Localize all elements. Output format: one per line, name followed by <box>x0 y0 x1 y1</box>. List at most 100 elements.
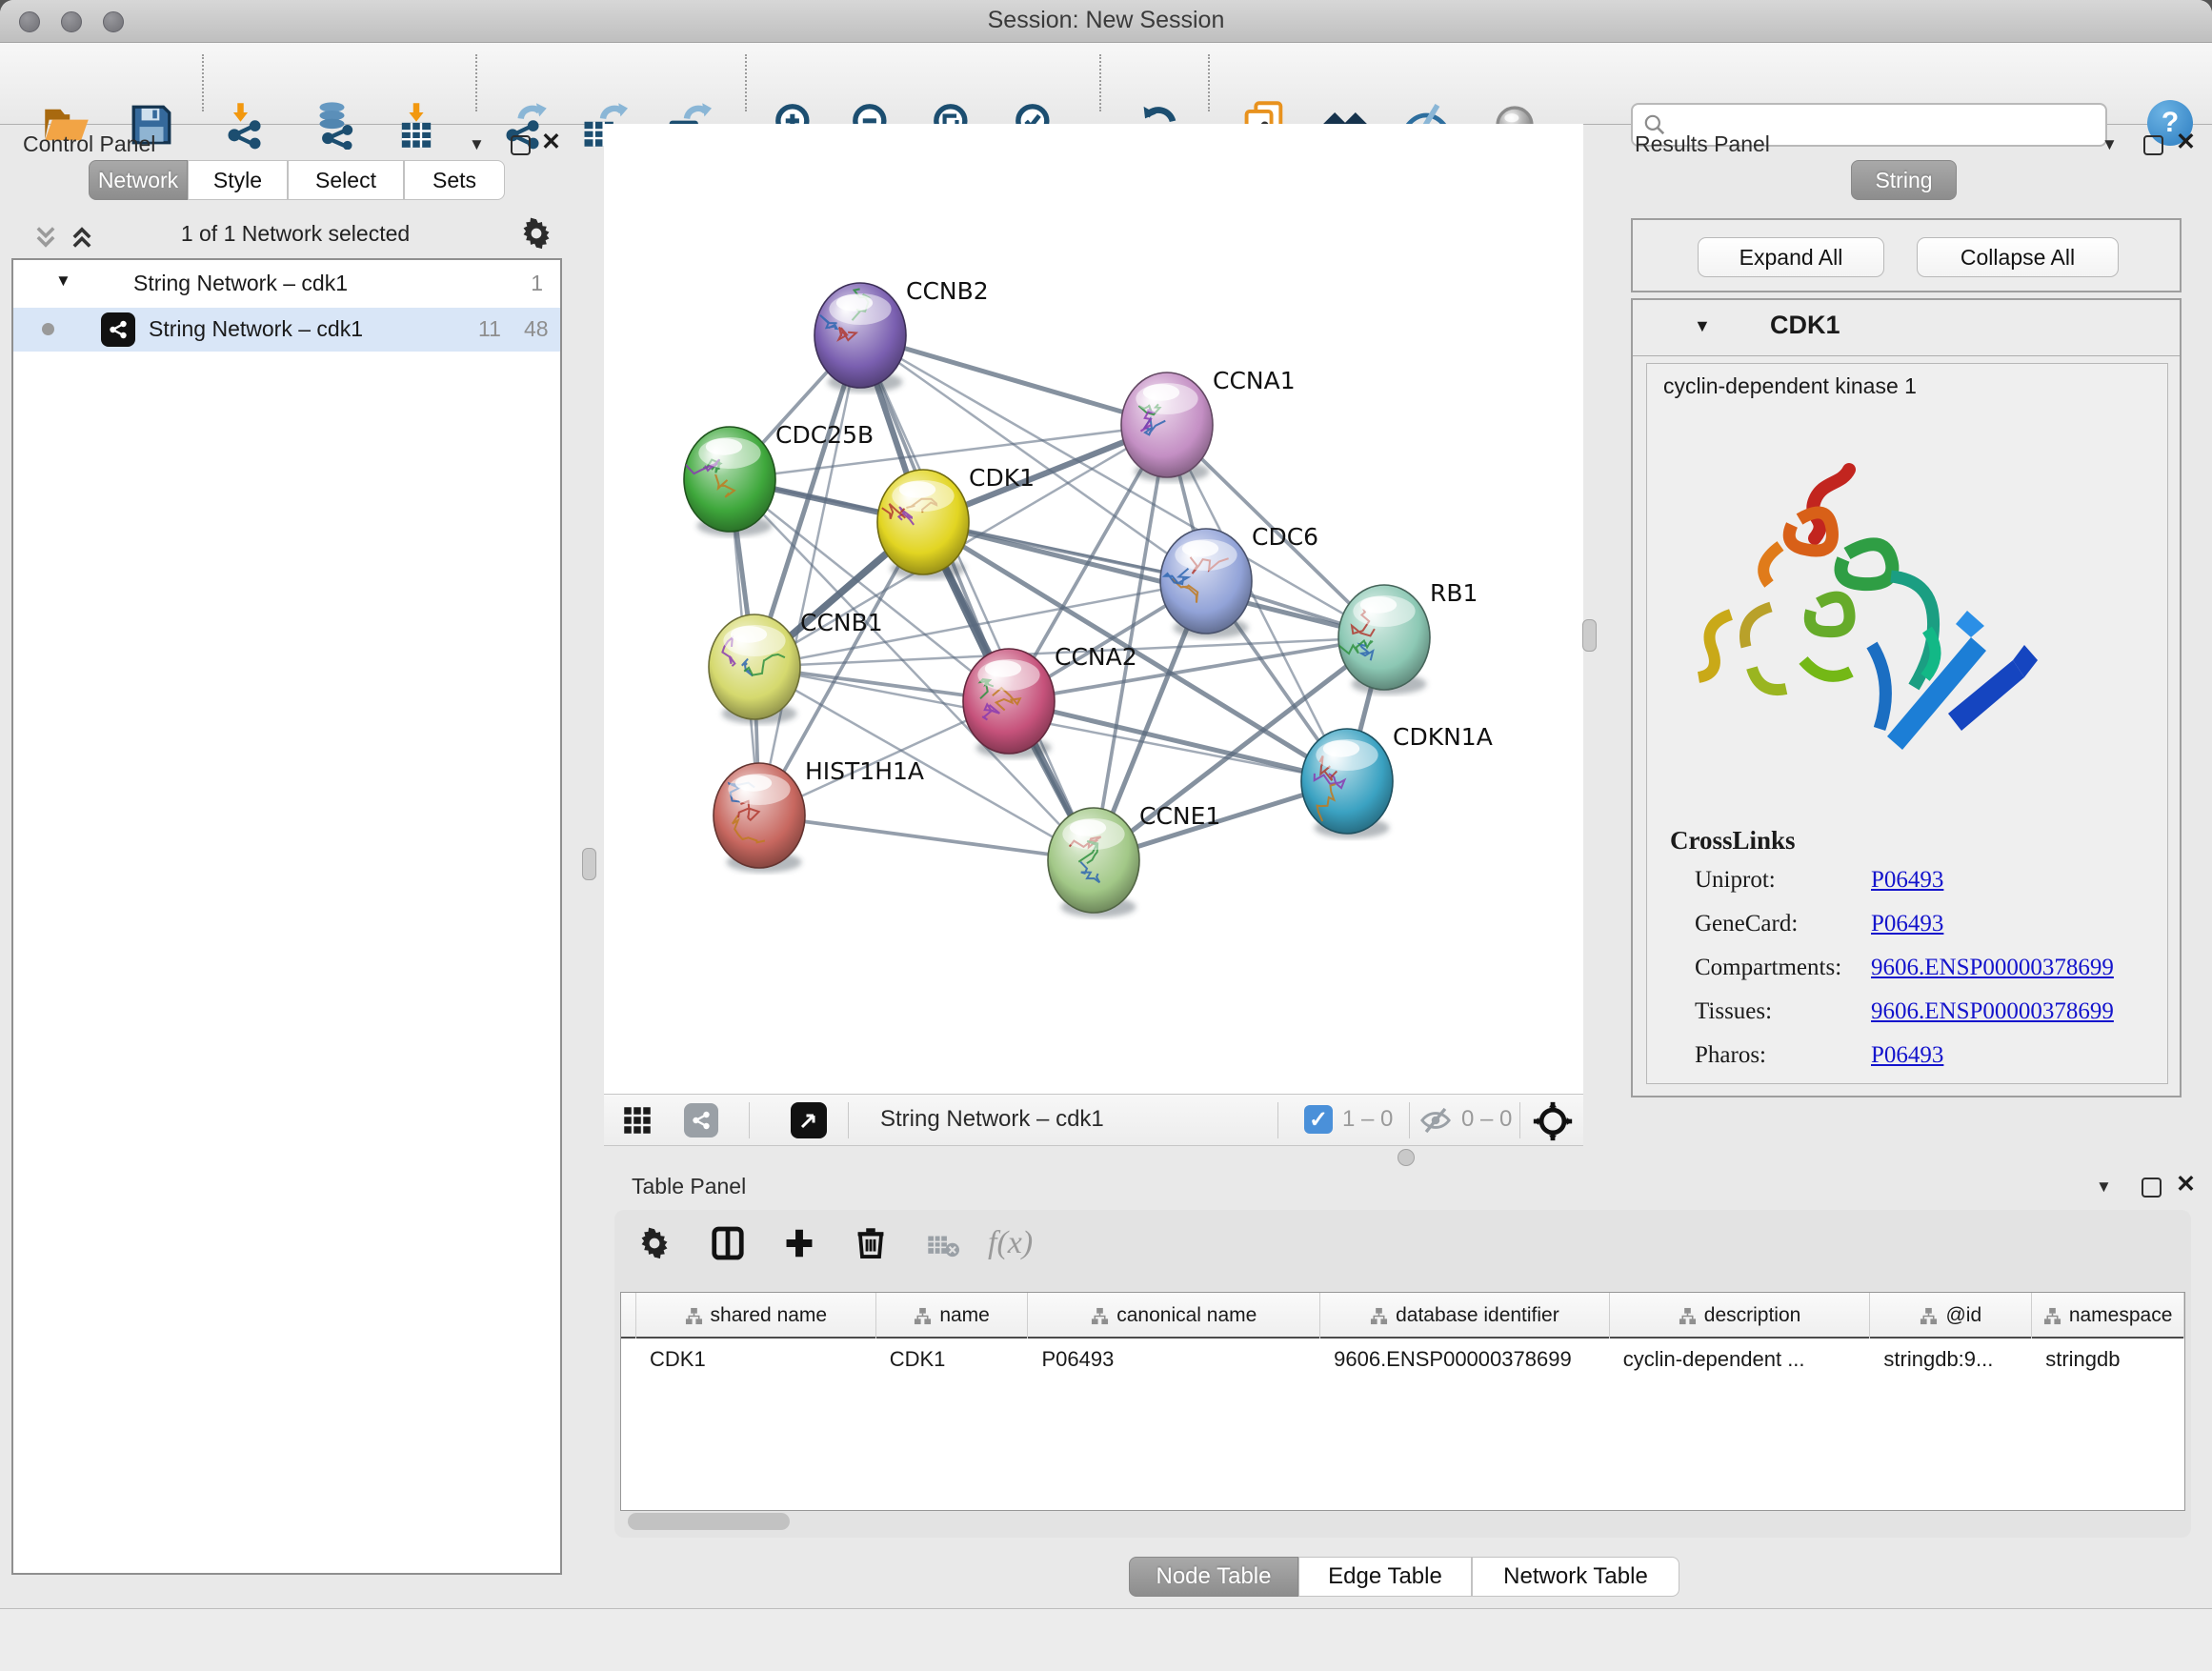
table-cell[interactable]: stringdb <box>2032 1340 2184 1379</box>
grid-view-icon[interactable] <box>623 1106 652 1139</box>
add-column-plus-icon[interactable] <box>781 1225 817 1266</box>
column-header-namespace[interactable]: namespace <box>2032 1293 2184 1339</box>
tab-select[interactable]: Select <box>288 160 404 200</box>
table-cell[interactable]: CDK1 <box>876 1340 1029 1379</box>
network-canvas[interactable]: CCNB2CCNA1CDC25BCDK1CDC6RB1CCNB1CCNA2CDK… <box>604 124 1583 1094</box>
string-network-graph[interactable]: CCNB2CCNA1CDC25BCDK1CDC6RB1CCNB1CCNA2CDK… <box>604 124 1583 1094</box>
column-header--id[interactable]: @id <box>1870 1293 2032 1339</box>
column-header-canonical-name[interactable]: canonical name <box>1028 1293 1320 1339</box>
navigator-crosshair-icon[interactable] <box>1532 1100 1574 1147</box>
tab-node-table[interactable]: Node Table <box>1129 1557 1298 1597</box>
expand-all-button[interactable]: Expand All <box>1698 237 1884 277</box>
network-edge[interactable] <box>1009 701 1347 781</box>
import-network-database-button[interactable] <box>311 97 366 152</box>
gene-collapse-triangle-icon[interactable]: ▼ <box>1694 316 1711 336</box>
network-node-RB1[interactable] <box>1338 585 1430 695</box>
delete-column-trash-icon[interactable] <box>853 1224 889 1265</box>
tree-expand-triangle-icon[interactable]: ▼ <box>55 272 71 291</box>
table-panel-maximize-icon[interactable] <box>2142 1178 2162 1198</box>
cytoscape-window: Session: New Session <box>0 0 2212 1671</box>
right-splitter-handle[interactable] <box>1582 619 1597 652</box>
column-type-icon <box>2043 1307 2061 1325</box>
network-node-CDC6[interactable] <box>1160 529 1252 638</box>
toolbar-separator <box>475 54 477 111</box>
function-builder-icon[interactable]: f(x) <box>988 1225 1033 1261</box>
results-panel-close-icon[interactable]: ✕ <box>2176 131 2196 152</box>
network-node-CCNB1[interactable] <box>709 614 800 724</box>
crosslink-link[interactable]: P06493 <box>1871 1042 1943 1069</box>
main-toolbar: ? <box>0 43 2212 125</box>
network-node-CDC25B[interactable] <box>684 427 775 536</box>
tab-sets[interactable]: Sets <box>404 160 505 200</box>
network-node-CCNB2[interactable] <box>814 283 906 393</box>
toolbar-separator <box>1277 1102 1278 1138</box>
table-settings-gear-icon[interactable] <box>638 1227 671 1264</box>
network-node-HIST1H1A[interactable] <box>714 763 805 873</box>
table-cell[interactable]: CDK1 <box>636 1340 876 1379</box>
network-collection-row[interactable]: ▼ String Network – cdk1 1 <box>13 264 560 308</box>
network-edge[interactable] <box>759 335 860 815</box>
column-header-description[interactable]: description <box>1610 1293 1871 1339</box>
delete-table-icon[interactable] <box>927 1233 959 1264</box>
network-node-CCNA2[interactable] <box>963 649 1055 758</box>
toolbar-separator <box>1409 1102 1410 1138</box>
node-label: CDK1 <box>969 464 1035 492</box>
collection-label: String Network – cdk1 <box>133 271 348 296</box>
control-panel-close-icon[interactable]: ✕ <box>541 131 561 152</box>
column-type-icon <box>685 1307 703 1325</box>
network-row-selected[interactable]: String Network – cdk1 11 48 <box>13 308 560 352</box>
node-label: CCNB2 <box>906 277 989 305</box>
horizontal-splitter-handle[interactable] <box>1398 1149 1415 1166</box>
table-panel-float-icon[interactable]: ▼ <box>2096 1178 2112 1197</box>
network-node-CDK1[interactable] <box>877 470 969 579</box>
table-horizontal-scrollbar[interactable] <box>628 1513 790 1530</box>
network-node-count: 11 <box>478 316 501 342</box>
crosslink-link[interactable]: 9606.ENSP00000378699 <box>1871 955 2114 981</box>
collapse-all-button[interactable]: Collapse All <box>1917 237 2119 277</box>
hidden-eye-slash-icon[interactable] <box>1419 1106 1452 1139</box>
crosslink-link[interactable]: 9606.ENSP00000378699 <box>1871 998 2114 1025</box>
tab-edge-table[interactable]: Edge Table <box>1298 1557 1472 1597</box>
results-panel-maximize-icon[interactable] <box>2143 135 2163 155</box>
crosslink-link[interactable]: P06493 <box>1871 867 1943 894</box>
network-node-CCNA1[interactable] <box>1121 372 1213 482</box>
table-row[interactable]: CDK1CDK1P064939606.ENSP00000378699cyclin… <box>621 1340 2184 1379</box>
results-panel-float-icon[interactable]: ▼ <box>2101 135 2118 154</box>
column-header-database-identifier[interactable]: database identifier <box>1320 1293 1610 1339</box>
network-share-icon <box>101 312 135 347</box>
network-edge[interactable] <box>860 335 1167 425</box>
table-cell[interactable]: P06493 <box>1029 1340 1321 1379</box>
crosslink-link[interactable]: P06493 <box>1871 911 1943 937</box>
tab-network-table[interactable]: Network Table <box>1472 1557 1679 1597</box>
table-panel-close-icon[interactable]: ✕ <box>2176 1174 2196 1195</box>
birdseye-view-icon[interactable] <box>791 1102 827 1138</box>
control-panel-maximize-icon[interactable] <box>511 135 531 155</box>
network-node-CDKN1A[interactable] <box>1301 729 1393 838</box>
toolbar-separator <box>202 54 204 111</box>
tab-style[interactable]: Style <box>188 160 288 200</box>
column-header-shared-name[interactable]: shared name <box>636 1293 876 1339</box>
collection-count: 1 <box>531 271 543 296</box>
selected-checkbox-icon[interactable]: ✓ <box>1304 1105 1333 1134</box>
network-view-share-icon[interactable] <box>684 1103 718 1137</box>
tab-string[interactable]: String <box>1851 160 1957 200</box>
collapse-all-networks-icon[interactable] <box>32 223 59 256</box>
column-header-name[interactable]: name <box>876 1293 1029 1339</box>
import-network-file-button[interactable] <box>219 97 274 152</box>
table-cell[interactable]: 9606.ENSP00000378699 <box>1320 1340 1610 1379</box>
toolbar-separator <box>1519 1102 1520 1138</box>
network-edge[interactable] <box>759 815 1094 860</box>
node-label: RB1 <box>1430 579 1478 607</box>
column-type-icon <box>1370 1307 1388 1325</box>
table-cell[interactable]: stringdb:9... <box>1870 1340 2032 1379</box>
gene-description: cyclin-dependent kinase 1 <box>1663 373 1917 399</box>
tab-network[interactable]: Network <box>89 160 188 200</box>
network-node-CCNE1[interactable] <box>1048 808 1139 917</box>
import-table-file-button[interactable] <box>389 97 444 152</box>
network-options-gear-icon[interactable] <box>520 217 553 254</box>
table-cell[interactable]: cyclin-dependent ... <box>1610 1340 1871 1379</box>
control-panel-float-icon[interactable]: ▼ <box>469 135 485 154</box>
left-splitter-handle[interactable] <box>582 848 596 880</box>
select-columns-icon[interactable] <box>710 1225 746 1266</box>
expand-all-networks-icon[interactable] <box>69 223 95 256</box>
